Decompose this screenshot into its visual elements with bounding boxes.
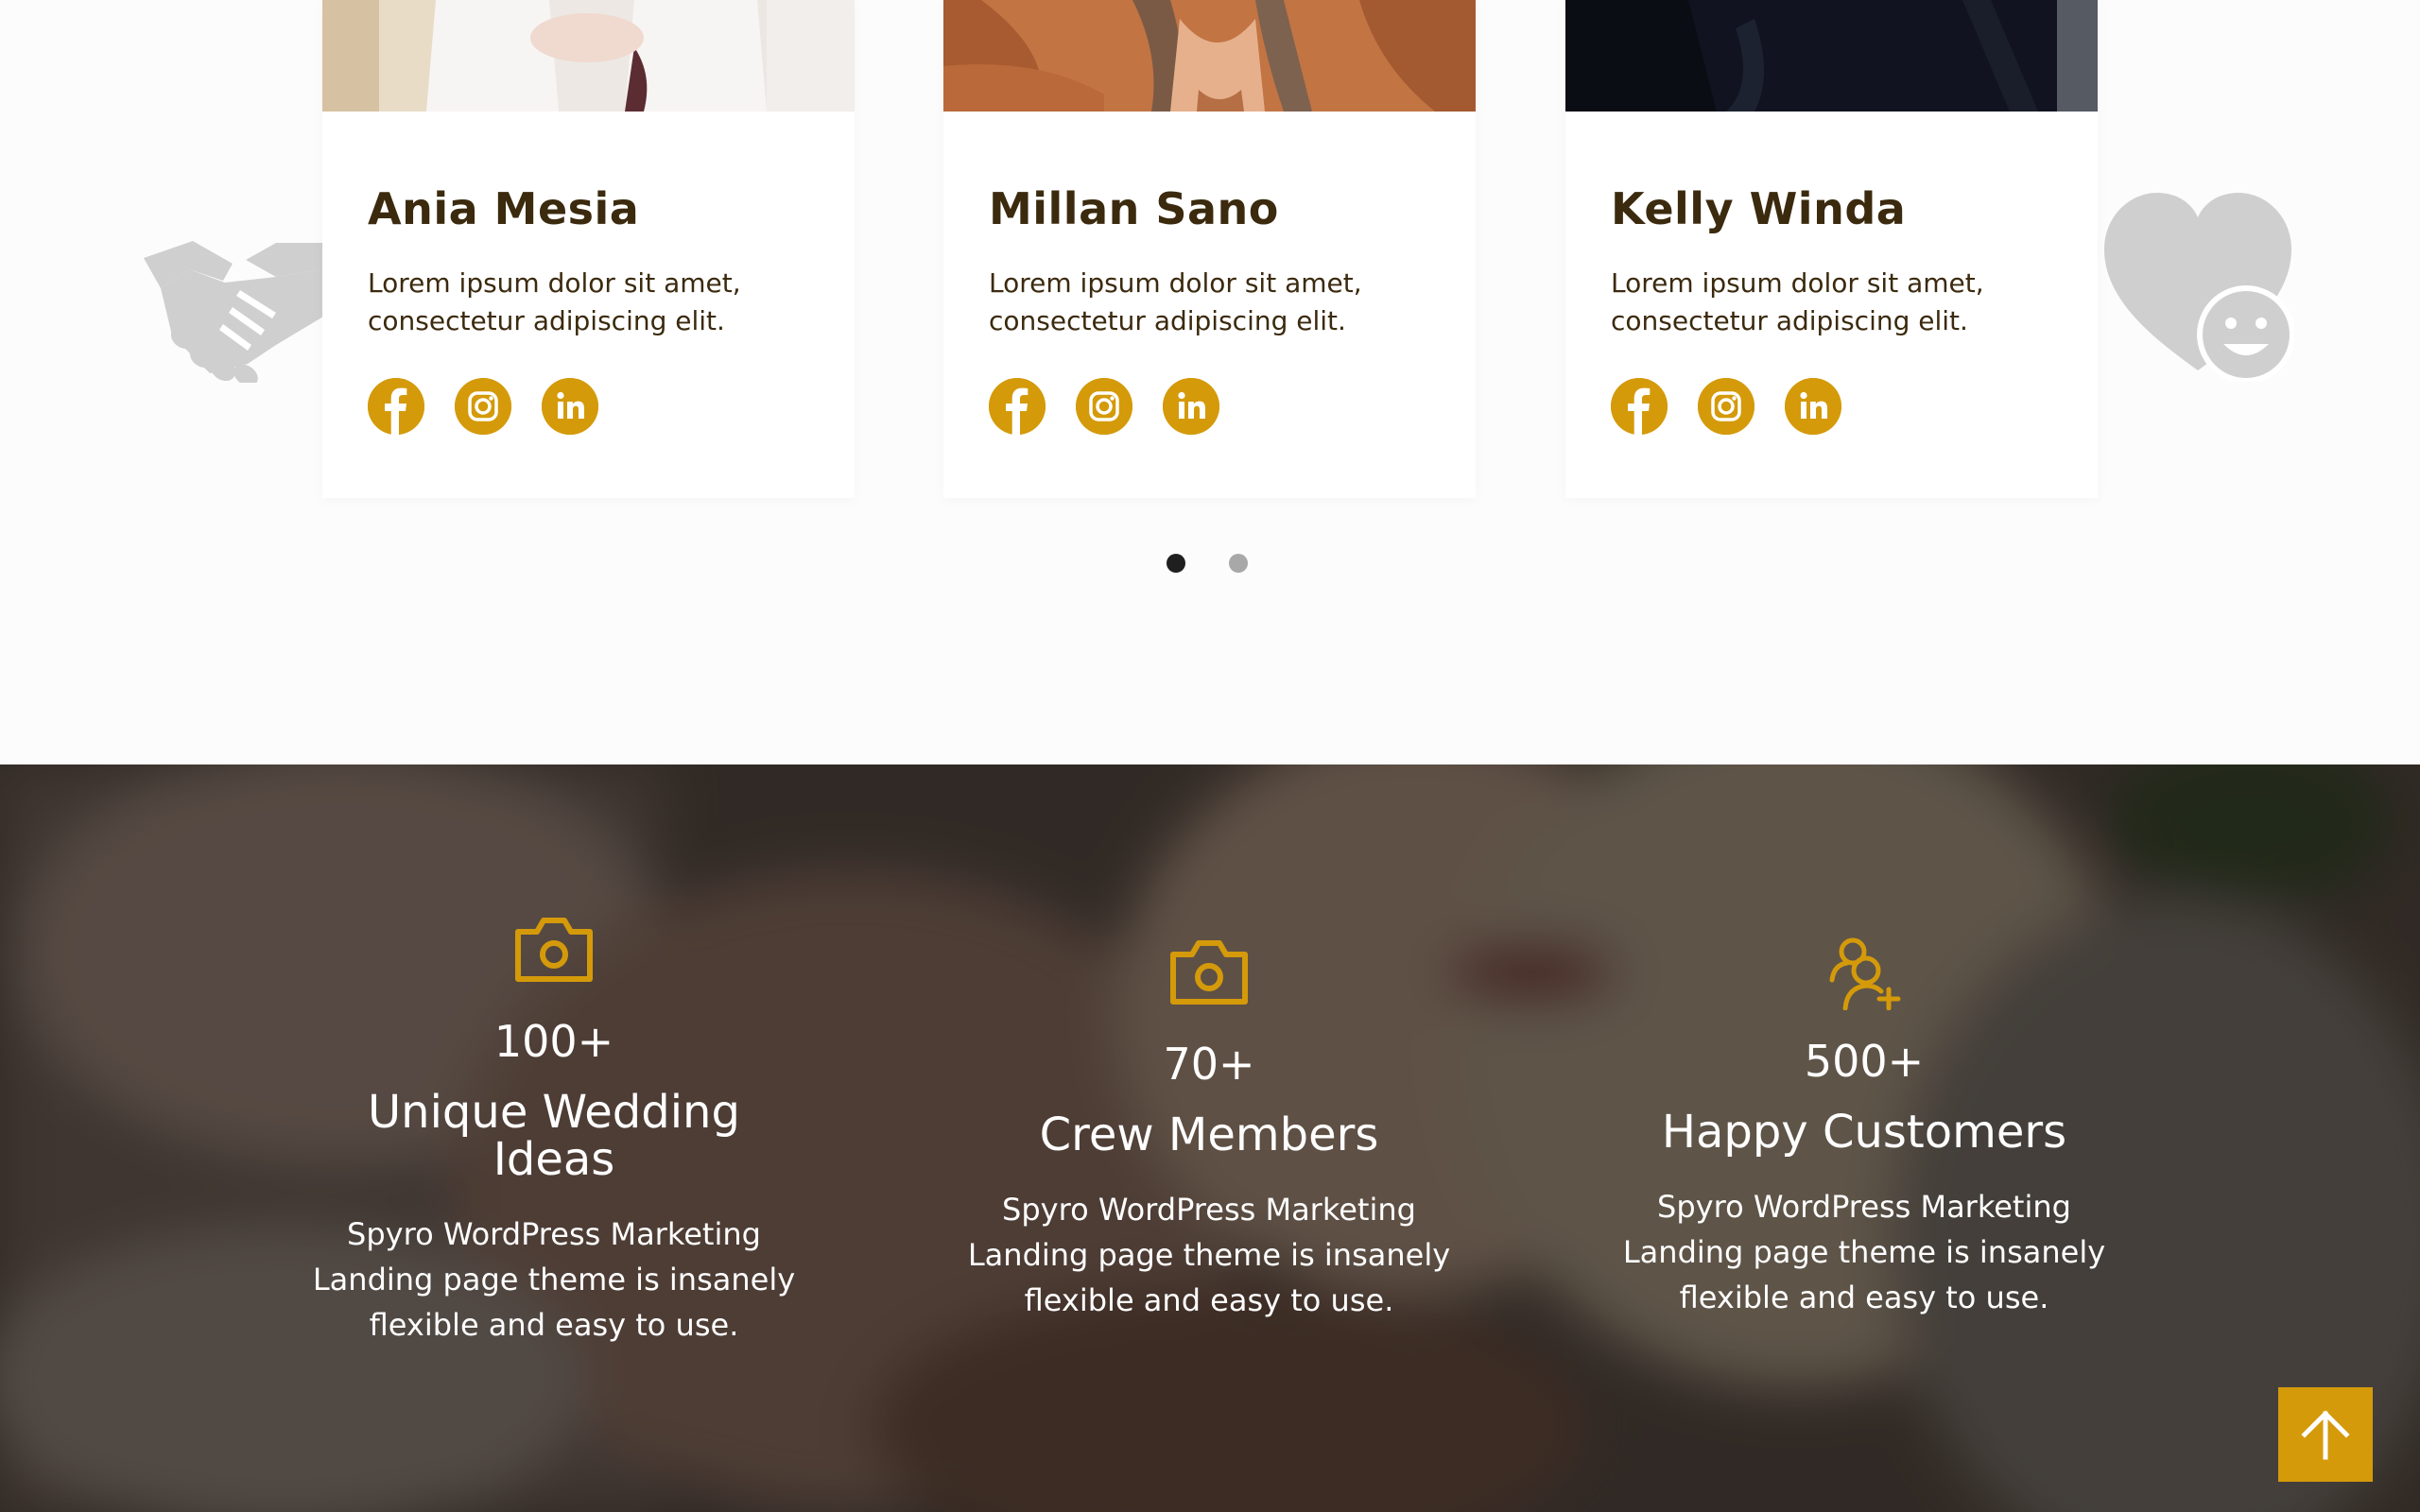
instagram-icon <box>1076 378 1132 435</box>
member-photo <box>1565 0 2098 112</box>
member-description: Lorem ipsum dolor sit amet, consectetur … <box>368 267 741 336</box>
facebook-icon <box>368 378 424 435</box>
stat-item: 70+ Crew Members Spyro WordPress Marketi… <box>944 937 1474 1323</box>
instagram-icon <box>1698 378 1754 435</box>
stat-label: Happy Customers <box>1661 1106 2067 1159</box>
camera-icon <box>515 918 593 982</box>
team-section: Ania Mesia Lorem ipsum dolor sit amet, c… <box>0 0 2420 765</box>
facebook-icon <box>989 378 1046 435</box>
member-description: Lorem ipsum dolor sit amet, consectetur … <box>1611 267 1984 336</box>
stat-description: Spyro WordPress Marketing Landing page t… <box>967 1192 1451 1318</box>
member-photo <box>943 0 1476 112</box>
social-links <box>1611 378 1841 435</box>
instagram-link[interactable] <box>1698 378 1754 435</box>
member-name: Kelly Winda <box>1611 183 1907 234</box>
social-links <box>368 378 598 435</box>
facebook-link[interactable] <box>989 378 1046 435</box>
stat-number: 100+ <box>493 1016 614 1067</box>
stat-label: Unique Wedding Ideas <box>368 1086 740 1186</box>
arrow-up-icon <box>2301 1410 2350 1460</box>
facebook-link[interactable] <box>368 378 424 435</box>
team-card: Millan Sano Lorem ipsum dolor sit amet, … <box>943 0 1476 498</box>
member-description: Lorem ipsum dolor sit amet, consectetur … <box>989 267 1362 336</box>
instagram-link[interactable] <box>1076 378 1132 435</box>
camera-icon <box>1170 940 1248 1005</box>
member-name: Millan Sano <box>989 183 1279 234</box>
team-card: Kelly Winda Lorem ipsum dolor sit amet, … <box>1565 0 2098 498</box>
instagram-icon <box>455 378 511 435</box>
heart-smile-icon <box>2104 193 2293 382</box>
linkedin-link[interactable] <box>1163 378 1219 435</box>
stat-item: 500+ Happy Customers Spyro WordPress Mar… <box>1599 935 2129 1320</box>
facebook-icon <box>1611 378 1668 435</box>
linkedin-link[interactable] <box>1785 378 1841 435</box>
member-name: Ania Mesia <box>368 183 640 234</box>
linkedin-icon <box>1163 378 1219 435</box>
stat-number: 70+ <box>1163 1039 1255 1090</box>
facebook-link[interactable] <box>1611 378 1668 435</box>
slider-pagination <box>1167 554 1248 573</box>
social-links <box>989 378 1219 435</box>
handshake-icon <box>144 241 323 383</box>
stats-section: 100+ Unique Wedding Ideas Spyro WordPres… <box>0 765 2420 1512</box>
linkedin-link[interactable] <box>542 378 598 435</box>
scroll-to-top-button[interactable] <box>2278 1387 2373 1482</box>
team-card: Ania Mesia Lorem ipsum dolor sit amet, c… <box>322 0 855 498</box>
user-plus-icon <box>1829 937 1901 1010</box>
stat-label: Crew Members <box>1039 1108 1379 1161</box>
slider-dot-1[interactable] <box>1167 554 1185 573</box>
member-photo <box>322 0 855 112</box>
stat-description: Spyro WordPress Marketing Landing page t… <box>1622 1189 2106 1315</box>
stat-item: 100+ Unique Wedding Ideas Spyro WordPres… <box>289 915 819 1348</box>
stat-description: Spyro WordPress Marketing Landing page t… <box>312 1216 796 1343</box>
instagram-link[interactable] <box>455 378 511 435</box>
stat-number: 500+ <box>1804 1036 1925 1087</box>
slider-dot-2[interactable] <box>1229 554 1248 573</box>
linkedin-icon <box>1785 378 1841 435</box>
linkedin-icon <box>542 378 598 435</box>
